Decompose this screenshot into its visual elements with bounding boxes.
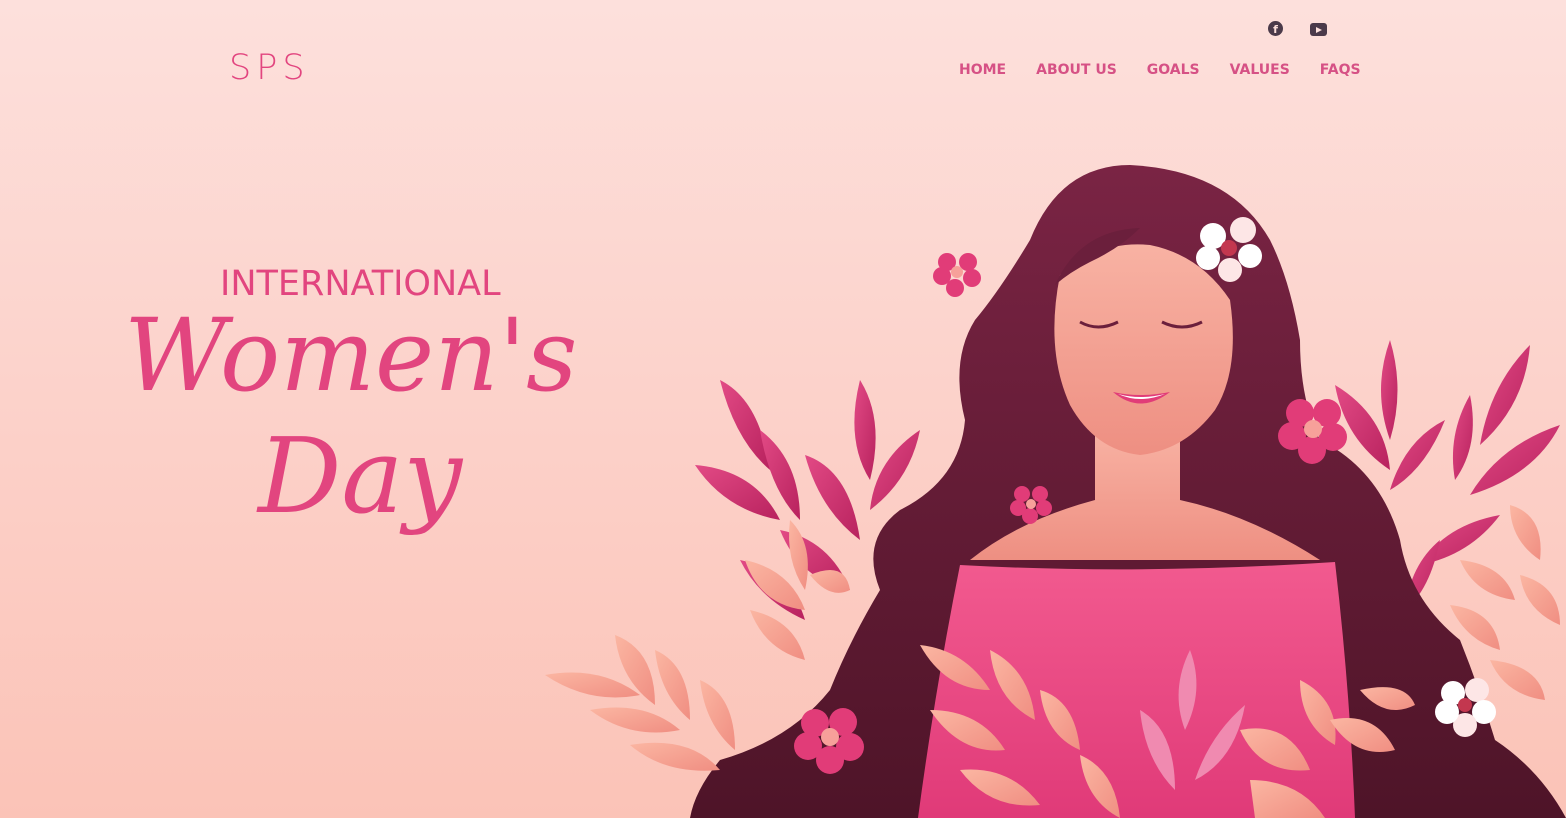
hero-illustration — [545, 165, 1566, 818]
flower-pink-top — [933, 253, 981, 297]
